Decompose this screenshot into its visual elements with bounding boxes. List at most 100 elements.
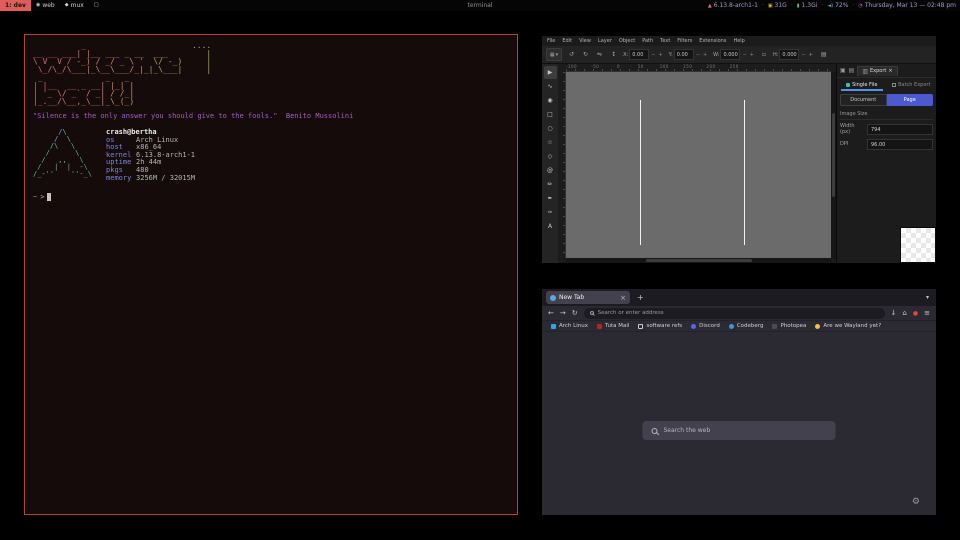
workspace-web[interactable]: ◉ web [31,0,60,11]
y-minus-button[interactable]: − [695,52,701,58]
selector-tool[interactable]: ▶ [544,66,557,79]
close-icon[interactable]: × [888,68,892,74]
forward-button[interactable]: → [560,309,566,317]
prompt-path: ~ [33,193,37,201]
web-search-box[interactable] [643,421,836,440]
flip-horizontal-button[interactable]: ⇋ [595,51,604,58]
page-border-right [744,100,745,245]
back-button[interactable]: ← [548,309,554,317]
browser-window[interactable]: New Tab × + ▾ ← → ↻ ↓ ⌂ ● ≡ Arch Linux T… [542,289,936,515]
reload-button[interactable]: ↻ [572,309,578,317]
export-width-input[interactable]: 794 [867,124,933,135]
single-file-tab[interactable]: Single File [837,78,887,91]
bookmark-photopea[interactable]: Photopea [772,323,806,329]
home-icon[interactable]: ⌂ [902,309,906,317]
rotate-cw-button[interactable]: ↻ [581,51,590,58]
spiral-tool[interactable]: @ [544,164,557,177]
menu-text[interactable]: Text [660,38,670,44]
folder-icon [638,324,643,329]
menu-view[interactable]: View [579,38,591,44]
x-plus-button[interactable]: + [657,52,663,58]
image-size-label: Image Size [840,111,933,120]
menu-layer[interactable]: Layer [598,38,612,44]
lock-ratio-icon[interactable]: ▫ [760,51,768,58]
fill-stroke-icon[interactable]: ▣ [840,67,846,74]
status-modules: ▲ 6.13.8-arch1-1 · ▣ 31G · ▮ 1.3Gi · ◄) … [708,2,960,9]
bookmark-codeberg[interactable]: Codeberg [729,323,764,329]
globe-icon: ◉ [36,0,40,11]
document-button[interactable]: Document [840,94,887,106]
hscroll-thumb[interactable] [646,259,752,262]
calligraphy-tool[interactable]: ✑ [544,206,557,219]
extension-icon[interactable]: ● [913,310,918,317]
separator: · [821,2,823,9]
url-bar[interactable] [584,308,885,319]
focused-window-title: terminal [467,2,492,9]
rectangle-tool[interactable]: □ [544,108,557,121]
shell-prompt[interactable]: ~ > [33,193,509,201]
export-width-row: Width (px) 794 [840,124,933,135]
pencil-tool[interactable]: ✏ [544,178,557,191]
bookmark-discord[interactable]: Discord [691,323,720,329]
menu-help[interactable]: Help [733,38,744,44]
text-tool[interactable]: A [544,220,557,233]
web-search-input[interactable] [664,427,827,434]
active-tab[interactable]: New Tab × [546,291,630,304]
export-tab[interactable]: ▥ Export × [857,66,897,76]
export-dpi-input[interactable]: 96.00 [867,139,933,150]
bookmark-wayland[interactable]: Are we Wayland yet? [815,323,881,329]
h-minus-button[interactable]: − [800,52,806,58]
snap-settings-icon[interactable]: ▤ [819,51,829,58]
inkscape-window[interactable]: File Edit View Layer Object Path Text Fi… [542,36,936,263]
w-plus-button[interactable]: + [749,52,755,58]
star-tool[interactable]: ☆ [544,136,557,149]
menu-object[interactable]: Object [619,38,635,44]
workspace-mux[interactable]: ◆ mux [60,0,89,11]
width-label: Width (px) [840,124,864,135]
arch-favicon [551,324,556,329]
bookmark-folder-software-refs[interactable]: software refs [638,323,682,329]
new-tab-button[interactable]: + [637,293,644,302]
h-plus-button[interactable]: + [808,52,814,58]
workspace-misc[interactable]: □ [89,0,104,11]
single-file-label: Single File [852,82,877,88]
h-input[interactable]: 0.000 [779,49,799,60]
pen-tool[interactable]: ✒ [544,192,557,205]
batch-export-tab[interactable]: Batch Export [887,78,937,91]
y-plus-button[interactable]: + [702,52,708,58]
shape-builder-tool[interactable]: ◉ [544,94,557,107]
y-input[interactable]: 0.00 [674,49,694,60]
box3d-tool[interactable]: ◇ [544,150,557,163]
vscroll-thumb[interactable] [832,113,835,197]
list-tabs-icon[interactable]: ▾ [926,294,929,301]
layers-icon[interactable]: ▤ [849,67,855,74]
selection-mode-dropdown[interactable]: ▦▾ [546,48,562,61]
menu-path[interactable]: Path [642,38,653,44]
drawing-canvas[interactable] [566,72,831,258]
page-button[interactable]: Page [887,94,934,106]
w-minus-button[interactable]: − [741,52,747,58]
menu-filters[interactable]: Filters [677,38,692,44]
downloads-icon[interactable]: ↓ [891,309,897,317]
node-tool[interactable]: ∿ [544,80,557,93]
w-input[interactable]: 0.000 [720,49,740,60]
horizontal-scrollbar[interactable] [566,258,831,263]
bookmark-tuta-mail[interactable]: Tuta Mail [597,323,629,329]
menu-extensions[interactable]: Extensions [699,38,726,44]
menu-edit[interactable]: Edit [562,38,572,44]
gear-icon[interactable]: ⚙ [912,497,920,507]
disk-icon: ▣ [768,3,773,9]
menu-file[interactable]: File [547,38,555,44]
inkscape-main: ▶ ∿ ◉ □ ○ ☆ ◇ @ ✏ ✒ ✑ A -100 -50 0 50 10… [542,64,936,263]
x-minus-button[interactable]: − [650,52,656,58]
ellipse-tool[interactable]: ○ [544,122,557,135]
terminal-window[interactable]: _ .... __ __ ___| |__ ___ _ __ ___ | \ V… [24,34,518,515]
menu-icon[interactable]: ≡ [924,309,930,317]
url-input[interactable] [598,310,879,316]
tab-close-icon[interactable]: × [620,294,626,302]
flip-vertical-button[interactable]: ↕ [609,51,618,58]
x-input[interactable]: 0.00 [629,49,649,60]
workspace-dev[interactable]: 1: dev [0,0,31,11]
rotate-ccw-button[interactable]: ↺ [567,51,576,58]
bookmark-arch-linux[interactable]: Arch Linux [551,323,588,329]
